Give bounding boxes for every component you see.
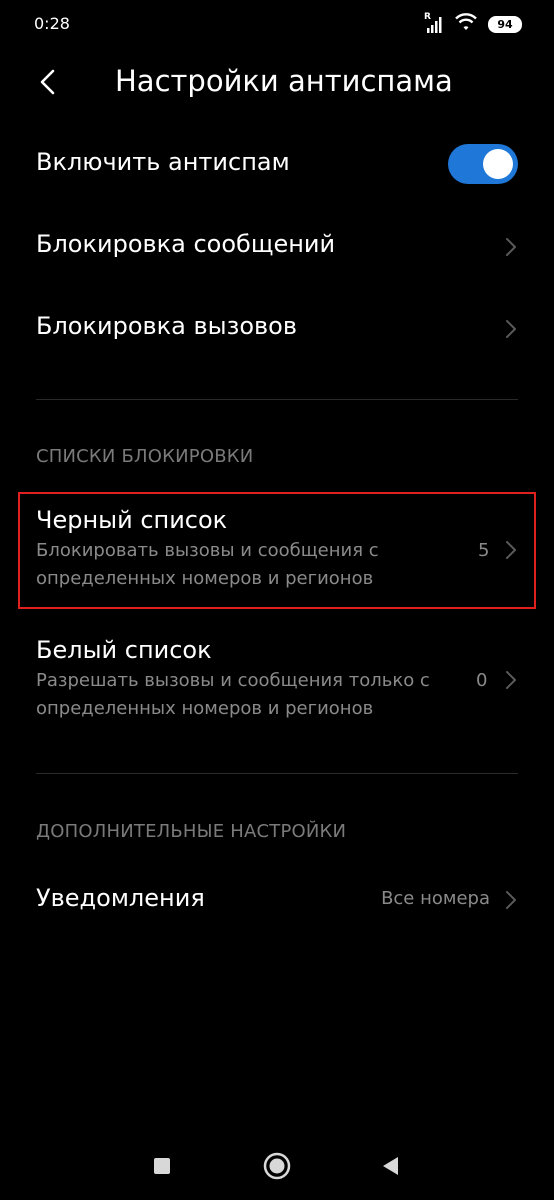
chevron-right-icon <box>506 320 516 338</box>
wifi-icon <box>454 12 478 36</box>
notifications-label: Уведомления <box>36 884 205 912</box>
page-title: Настройки антиспама <box>115 64 453 98</box>
switch-knob <box>483 149 513 179</box>
section-divider <box>36 399 518 400</box>
status-icons: R 94 <box>424 12 522 36</box>
back-nav-button[interactable] <box>360 1140 420 1192</box>
chevron-left-icon <box>40 69 55 95</box>
back-button[interactable] <box>30 64 66 100</box>
antispam-label: Включить антиспам <box>36 148 290 176</box>
antispam-toggle-row[interactable]: Включить антиспам <box>0 124 554 206</box>
signal-icon: R <box>424 12 444 34</box>
status-time: 0:28 <box>34 14 70 33</box>
block-messages-label: Блокировка сообщений <box>36 230 336 258</box>
chevron-right-icon <box>506 671 516 689</box>
whitelist-row[interactable]: Белый список Разрешать вызовы и сообщени… <box>0 624 554 738</box>
antispam-switch[interactable] <box>448 144 518 184</box>
block-calls-row[interactable]: Блокировка вызовов <box>0 288 554 370</box>
recents-button[interactable] <box>132 1140 192 1192</box>
home-circle-icon <box>263 1152 291 1180</box>
square-icon <box>154 1158 170 1174</box>
whitelist-title: Белый список <box>36 636 212 664</box>
triangle-back-icon <box>383 1157 398 1175</box>
battery-icon: 94 <box>488 15 522 33</box>
notifications-value: Все номера <box>381 888 490 909</box>
whitelist-subtitle: Разрешать вызовы и сообщения только с оп… <box>36 670 430 719</box>
app-header: Настройки антиспама <box>0 52 554 114</box>
block-lists-header: СПИСКИ БЛОКИРОВКИ <box>36 446 254 467</box>
home-button[interactable] <box>247 1140 307 1192</box>
chevron-right-icon <box>506 238 516 256</box>
block-calls-label: Блокировка вызовов <box>36 312 297 340</box>
chevron-right-icon <box>506 891 516 909</box>
block-messages-row[interactable]: Блокировка сообщений <box>0 206 554 288</box>
navigation-bar <box>0 1140 554 1200</box>
notifications-row[interactable]: Уведомления Все номера <box>0 858 554 940</box>
additional-settings-header: ДОПОЛНИТЕЛЬНЫЕ НАСТРОЙКИ <box>36 821 347 842</box>
status-bar: 0:28 R 94 <box>0 0 554 50</box>
highlight-box <box>18 492 536 609</box>
whitelist-count: 0 <box>476 670 488 691</box>
section-divider <box>36 773 518 774</box>
